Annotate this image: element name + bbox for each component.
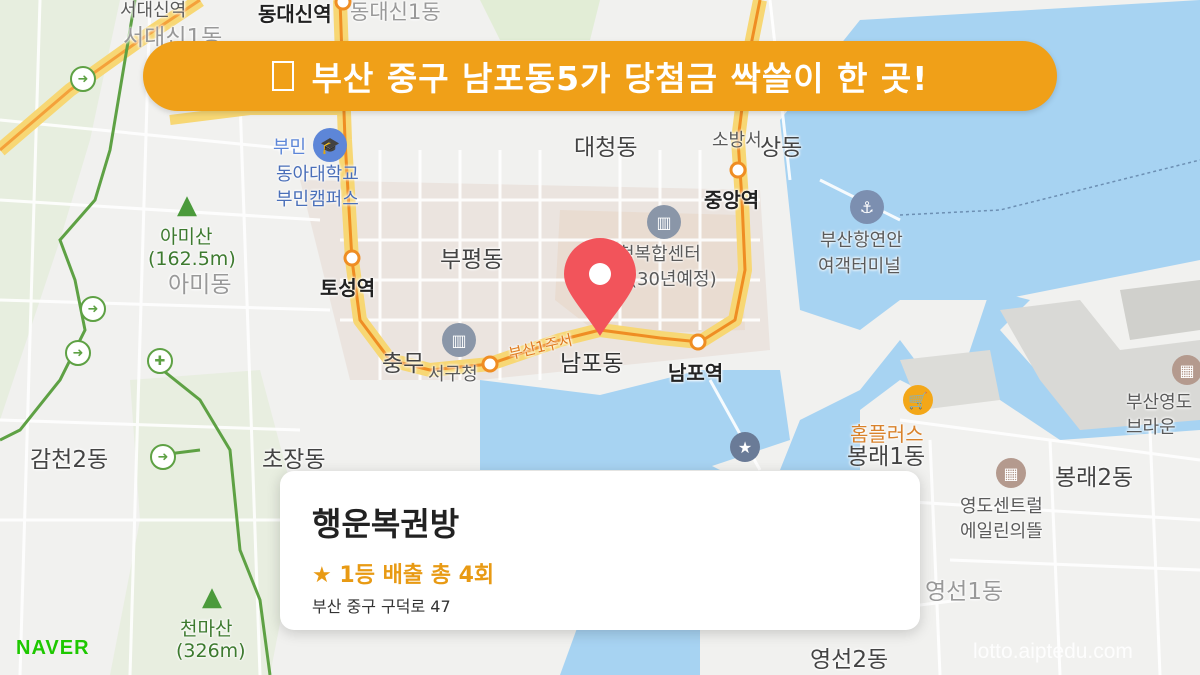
chungmu-label: 충무: [382, 351, 425, 377]
busan-port-label: 부산항연안: [820, 230, 903, 251]
amisan-label: 아미산: [160, 226, 213, 248]
amidong-label: 아미동: [168, 272, 232, 298]
bumin-campus-label: 부민캠퍼스: [276, 189, 359, 210]
naver-logo: NAVER: [16, 637, 90, 659]
location-pin-icon[interactable]: [562, 238, 638, 338]
rect-glyph-icon: [271, 61, 294, 91]
trail-marker-icon: ➜: [80, 296, 106, 322]
store-info-card[interactable]: 행운복권방 ★ 1등 배출 총 4회 부산 중구 구덕로 47: [280, 471, 920, 630]
gamcheon2-label: 감천2동: [30, 447, 109, 473]
nampo-station-label: 남포역: [668, 361, 724, 385]
bupyeong-dong-label: 부평동: [440, 247, 504, 273]
government-office-icon: ▥: [442, 323, 476, 357]
trail-marker-icon: ➜: [150, 444, 176, 470]
donga-university-label: 동아대학교: [276, 164, 359, 185]
ferry-terminal-label: 여객터미널: [818, 256, 901, 277]
apartment-icon: ▦: [996, 458, 1026, 488]
yeongdo-central-label: 영도센트럴: [960, 496, 1043, 517]
bumin-label: 부민: [273, 137, 307, 158]
store-name: 행운복권방: [312, 505, 460, 543]
watermark: lotto.aiptedu.com: [973, 640, 1133, 663]
trail-marker-icon: ➜: [65, 340, 91, 366]
cheonma-mountain-icon: ▲: [202, 582, 222, 612]
trail-marker-icon: ➜: [70, 66, 96, 92]
complex-year-label: (30년예정): [630, 269, 717, 290]
yeongseon1-label: 영선1동: [925, 579, 1004, 605]
building-icon: ▦: [1172, 355, 1200, 385]
dongdaesin-station-label: 동대신역: [258, 2, 332, 26]
shopping-cart-icon: 🛒: [903, 385, 933, 415]
cheonmasan-label: 천마산: [180, 618, 233, 640]
busan-yeongdo-label: 부산영도: [1126, 392, 1193, 413]
fire-station-label: 소방서: [712, 130, 762, 151]
apartment-label: 에일린의뜰: [960, 521, 1043, 542]
chojang-dong-label: 초장동: [262, 447, 326, 473]
jungang-station-label: 중앙역: [704, 188, 760, 212]
store-address: 부산 중구 구덕로 47: [312, 597, 451, 616]
seogu-office-label: 서구청: [428, 364, 478, 385]
bongnae1-label: 봉래1동: [847, 444, 926, 470]
university-icon: 🎓: [313, 128, 347, 162]
daecheong-dong-label: 대청동: [574, 135, 638, 161]
mountain-icon: ▲: [177, 190, 197, 220]
police-icon: ★: [730, 432, 760, 462]
government-icon: ▥: [647, 205, 681, 239]
headline-text: 부산 중구 남포동5가 당첨금 싹쓸이 한 곳!: [311, 59, 929, 98]
nampo-dong-label: 남포동: [560, 351, 624, 377]
bongnae2-label: 봉래2동: [1055, 465, 1134, 491]
yeongseon2-label: 영선2동: [810, 647, 889, 673]
port-icon: ⚓: [850, 190, 884, 224]
sangdong-label: 상동: [760, 135, 803, 161]
toseong-station-label: 토성역: [320, 276, 376, 300]
brown-label: 브라운: [1126, 417, 1176, 438]
win-count: ★ 1등 배출 총 4회: [312, 563, 495, 588]
dongdaesin1-label: 동대신1동: [350, 0, 441, 24]
headline-banner: 부산 중구 남포동5가 당첨금 싹쓸이 한 곳!: [143, 41, 1057, 111]
cheonmasan-height-label: (326m): [176, 640, 246, 662]
trail-marker-icon: ✚: [147, 348, 173, 374]
